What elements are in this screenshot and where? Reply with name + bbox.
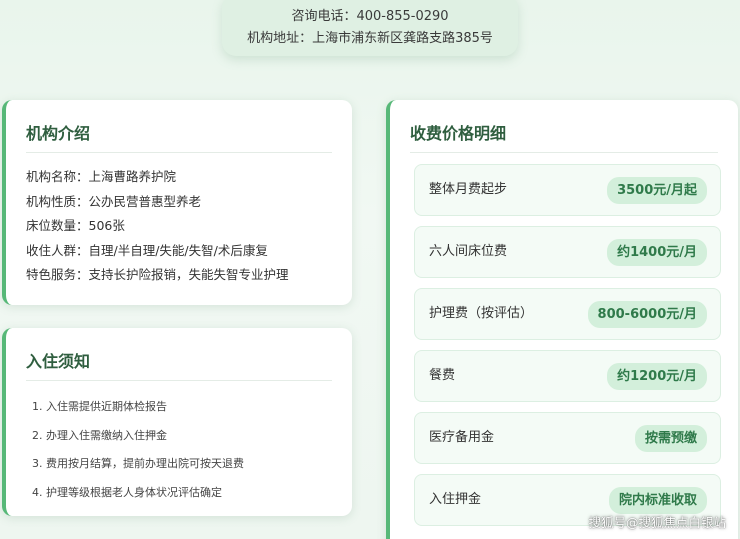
fee-name: 整体月费起步 xyxy=(429,182,508,197)
notice-title: 入住须知 xyxy=(26,348,332,381)
intro-line: 收住人群：自理/半自理/失能/失智/术后康复 xyxy=(26,242,268,258)
fee-price-badge: 3500元/月起 xyxy=(607,177,707,204)
fee-row: 餐费 约1200元/月 xyxy=(414,350,721,402)
notice-item: 1. 入住需提供近期体检报告 xyxy=(32,400,167,413)
intro-card: 机构介绍 机构名称：上海曹路养护院 机构性质：公办民营普惠型养老 床位数量：50… xyxy=(2,100,352,305)
fee-row: 医疗备用金 按需预缴 xyxy=(414,412,721,464)
fee-price-badge: 约1200元/月 xyxy=(607,363,707,390)
contact-box: 咨询电话：400-855-0290 机构地址：上海市浦东新区龚路支路385号 xyxy=(222,0,518,56)
fee-row: 六人间床位费 约1400元/月 xyxy=(414,226,721,278)
notice-item: 4. 护理等级根据老人身体状况评估确定 xyxy=(32,485,222,499)
fee-name: 餐费 xyxy=(429,368,456,383)
notice-card: 入住须知 1. 入住需提供近期体检报告 2. 办理入住需缴纳入住押金 3. 费用… xyxy=(2,328,352,516)
fee-row: 整体月费起步 3500元/月起 xyxy=(414,164,721,216)
fee-price-badge: 约1400元/月 xyxy=(607,239,707,266)
fee-name: 入住押金 xyxy=(429,492,482,507)
contact-address: 机构地址：上海市浦东新区龚路支路385号 xyxy=(247,31,493,46)
fee-row: 护理费（按评估） 800-6000元/月 xyxy=(414,288,721,340)
intro-line: 机构性质：公办民营普惠型养老 xyxy=(26,193,202,209)
fee-name: 护理费（按评估） xyxy=(429,306,534,321)
fee-price-badge: 800-6000元/月 xyxy=(587,301,707,328)
intro-line: 机构名称：上海曹路养护院 xyxy=(26,169,177,184)
fee-price-badge: 按需预缴 xyxy=(634,425,707,452)
fee-price-badge: 院内标准收取 xyxy=(608,487,707,514)
watermark: 搜狐号@搜狐焦点白银站 xyxy=(588,515,726,530)
intro-line: 床位数量：506张 xyxy=(26,218,125,233)
contact-phone: 咨询电话：400-855-0290 xyxy=(291,9,449,24)
fee-name: 医疗备用金 xyxy=(429,430,495,445)
fee-name: 六人间床位费 xyxy=(429,244,508,259)
intro-title: 机构介绍 xyxy=(26,120,332,153)
fees-card: 收费价格明细 整体月费起步 3500元/月起 六人间床位费 约1400元/月 护… xyxy=(386,100,738,539)
notice-item: 3. 费用按月结算，提前办理出院可按天退费 xyxy=(32,457,244,470)
fees-title: 收费价格明细 xyxy=(410,120,718,153)
notice-item: 2. 办理入住需缴纳入住押金 xyxy=(32,428,167,442)
intro-line: 特色服务：支持长护险报销，失能失智专业护理 xyxy=(26,267,289,282)
